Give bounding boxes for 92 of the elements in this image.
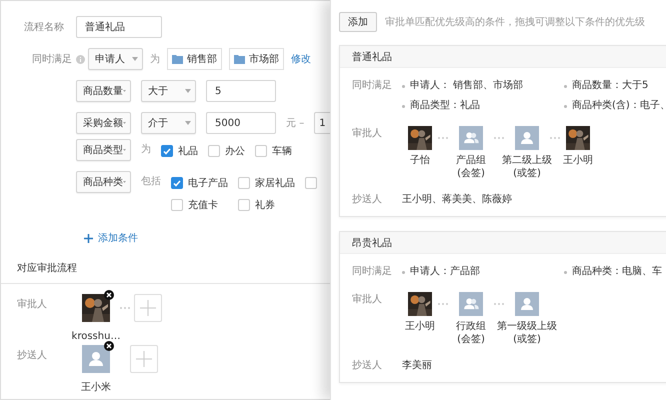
person-avatar-icon — [515, 292, 539, 316]
unit-text: 元 – — [286, 117, 304, 130]
person-avatar-icon — [82, 345, 110, 373]
option-label: 礼品 — [178, 144, 198, 158]
rule-card[interactable]: 普通礼品 同时满足 申请人： 销售部、市场部 商品数量：大于5 商品类型：礼品 商品种类(含)：电子、 审批人 子怡 产品组 (会签) 第二级上级 (或签) 王小明 抄送人 王小明、蒋美美、陈薇婷 — [339, 45, 666, 217]
checkbox[interactable] — [208, 145, 220, 157]
remove-icon[interactable] — [104, 290, 114, 300]
cc-names: 李美丽 — [402, 358, 432, 373]
condition-item: 商品数量：大于5 — [572, 78, 648, 93]
field-label: 审批人 — [16, 298, 48, 312]
option-label: 家居礼品 — [255, 176, 295, 190]
rule-card[interactable]: 昂贵礼品 同时满足 申请人：产品部 商品种类：电脑、车 审批人 王小明 行政组 (会签) 第一级级上级 (或签) 抄送人 李美丽 — [339, 231, 666, 383]
bullet-icon — [402, 270, 405, 274]
bullet-icon — [402, 104, 405, 108]
remove-icon[interactable] — [104, 341, 114, 351]
edit-link[interactable]: 修改 — [291, 52, 311, 66]
field-select[interactable]: 商品数量 — [76, 80, 131, 102]
checkbox[interactable] — [255, 145, 267, 157]
option-label: 车辆 — [272, 144, 292, 158]
condition-item: 商品种类：电脑、车 — [572, 264, 662, 279]
field-label: 抄送人 — [352, 358, 383, 373]
condition-item: 商品种类(含)：电子、 — [572, 98, 666, 113]
add-button[interactable]: 添加 — [339, 12, 377, 32]
hint-text: 审批单匹配优先级高的条件，拖拽可调整以下条件的优先级 — [385, 16, 645, 29]
operator-select[interactable]: 大于 — [141, 80, 196, 102]
option-label: 电子产品 — [188, 176, 228, 190]
bullet-icon — [564, 104, 567, 108]
approver-name: 王小明 — [563, 154, 593, 167]
rule-title: 昂贵礼品 — [352, 236, 392, 250]
bullet-icon — [402, 84, 405, 88]
folder-icon — [172, 54, 183, 64]
field-label: 审批人 — [352, 126, 383, 141]
section-title: 对应审批流程 — [17, 263, 77, 274]
checkbox[interactable] — [305, 177, 317, 189]
checkbox[interactable] — [238, 199, 250, 211]
checkbox[interactable] — [238, 177, 250, 189]
connector-text: 包括 — [141, 175, 161, 189]
add-cc-button[interactable] — [130, 345, 158, 373]
checkbox[interactable] — [171, 177, 183, 189]
value-field[interactable]: 1 — [314, 112, 330, 134]
plus-icon — [136, 351, 152, 367]
value-field[interactable]: 5000 — [206, 112, 276, 134]
bullet-icon — [564, 84, 567, 88]
option-label: 办公 — [225, 144, 245, 158]
field-label: 同时满足 — [31, 52, 73, 66]
approver-name: 行政组 (会签) — [456, 320, 486, 346]
field-select[interactable]: 采购金额 — [76, 112, 131, 134]
add-condition-link[interactable]: 添加条件 — [84, 231, 138, 245]
checkbox[interactable] — [171, 199, 183, 211]
field-label: 流程名称 — [23, 20, 65, 34]
rule-title: 普通礼品 — [352, 50, 392, 64]
approver-name: 子怡 — [410, 154, 430, 167]
group-avatar-icon — [459, 292, 483, 316]
field-select[interactable]: 申请人 — [88, 48, 143, 70]
group-avatar-icon — [459, 126, 483, 150]
cc-name: 王小米 — [81, 381, 111, 394]
approver-name: 第二级上级 (或签) — [502, 154, 552, 180]
connector-text: 为 — [150, 52, 160, 66]
add-approver-button[interactable] — [134, 294, 162, 322]
department-tag: 市场部 — [229, 48, 284, 70]
caret-icon — [185, 121, 191, 125]
plus-icon — [84, 234, 93, 242]
folder-icon — [234, 54, 245, 64]
field-label: 审批人 — [352, 292, 383, 307]
connector-text: 为 — [141, 142, 151, 157]
approver-name: 第一级级上级 (或签) — [497, 320, 557, 346]
condition-item: 申请人： 销售部、市场部 — [410, 78, 524, 93]
cc-names: 王小明、蒋美美、陈薇婷 — [402, 192, 512, 207]
approver-name: krosshu… — [72, 330, 120, 343]
bullet-icon — [564, 270, 567, 274]
field-label: 同时满足 — [352, 78, 393, 93]
person-avatar-icon — [515, 126, 539, 150]
field-label: 抄送人 — [352, 192, 383, 207]
approver-name: 王小明 — [405, 320, 435, 333]
field-label: 同时满足 — [352, 264, 393, 279]
condition-item: 商品类型：礼品 — [410, 98, 480, 113]
condition-item: 申请人：产品部 — [410, 264, 480, 279]
department-tag: 销售部 — [167, 48, 222, 70]
approver-name: 产品组 (会签) — [456, 154, 486, 180]
operator-select[interactable]: 介于 — [141, 112, 196, 134]
option-label: 礼券 — [255, 198, 275, 212]
caret-icon — [132, 57, 138, 61]
info-icon — [76, 54, 85, 64]
value-field[interactable]: 5 — [206, 80, 276, 102]
caret-icon — [185, 89, 191, 93]
name-field[interactable]: 普通礼品 — [76, 16, 162, 38]
field-select[interactable]: 商品种类 — [76, 171, 131, 193]
checkbox[interactable] — [161, 145, 173, 157]
plus-icon — [140, 300, 156, 316]
option-label: 充值卡 — [188, 198, 218, 212]
field-label: 抄送人 — [16, 348, 48, 363]
field-select[interactable]: 商品类型 — [76, 139, 131, 161]
